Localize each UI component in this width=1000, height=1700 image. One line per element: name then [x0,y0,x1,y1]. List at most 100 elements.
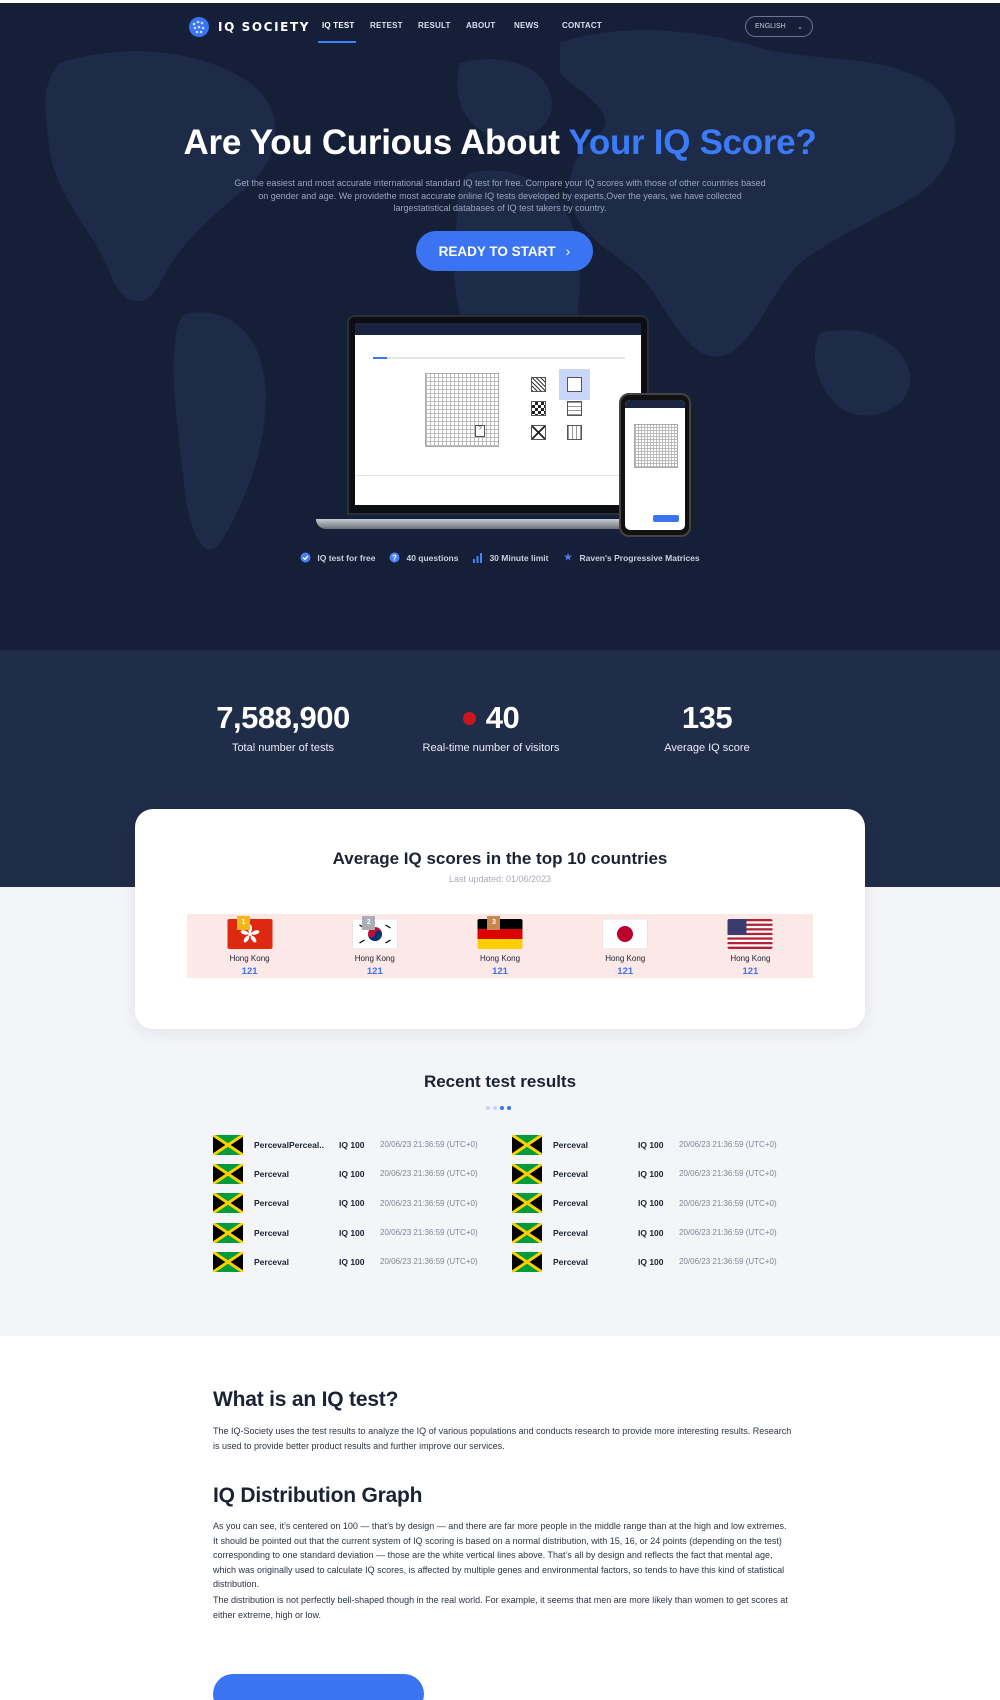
result-time: 20/06/23 21:36:59 (UTC+0) [679,1169,777,1179]
result-iq: IQ 100 [638,1139,664,1150]
distribution-text-2: The distribution is not perfectly bell-s… [213,1595,788,1620]
result-iq: IQ 100 [339,1198,365,1209]
jamaica-flag-icon [512,1193,542,1214]
carousel-dot[interactable] [493,1106,497,1110]
result-iq: IQ 100 [339,1139,365,1150]
nav-link-about[interactable]: ABOUT [466,21,514,43]
country-item[interactable]: 2 Hong Kong 121 [312,914,437,978]
result-name: Perceval [553,1198,588,1209]
japan-flag-icon [602,919,648,949]
jamaica-flag-icon [512,1163,542,1184]
result-name: Perceval [254,1168,289,1179]
jamaica-flag-icon [512,1251,542,1272]
feature-item: ★ Raven's Progressive Matrices [562,552,700,563]
result-iq: IQ 100 [638,1168,664,1179]
stat-average-iq: 135 Average IQ score [597,700,817,754]
nav-links: IQ TEST RETEST RESULT ABOUT NEWS CONTACT [318,21,610,43]
result-name: Perceval [553,1139,588,1150]
hero-title-accent: Your IQ Score? [568,123,817,162]
stat-label: Total number of tests [231,742,335,754]
rank-badge: 1 [237,916,250,930]
nav-link-retest[interactable]: RETEST [370,21,418,43]
feature-item: 30 Minute limit [472,552,548,563]
info-section: What is an IQ test? The IQ-Society uses … [0,1336,1000,1700]
recent-results-list: PercevalPerceal.. IQ 100 20/06/23 21:36:59… [213,1130,787,1276]
check-circle-icon [300,552,311,563]
mockup-option [559,369,590,400]
stat-value: 135 [597,700,817,736]
mockup-next-button [653,515,679,522]
result-name: Perceval [553,1227,588,1238]
top-countries-card: Average IQ scores in the top 10 countrie… [135,809,865,1029]
carousel-dot-active[interactable] [500,1106,504,1110]
stat-number: 135 [681,700,733,735]
jamaica-flag-icon [213,1134,243,1155]
svg-text:?: ? [393,553,398,562]
mockup-footer [355,475,641,505]
mockup-option [531,377,546,392]
mockup-option [531,401,546,416]
country-list: 1 Hong Kong 121 2 Hong Kong 121 3 Hong K… [187,914,813,978]
mockup-nav [355,323,641,335]
ready-to-start-button[interactable]: READY TO START › [416,231,593,271]
hero-section: IQ SOCIETY IQ TEST RETEST RESULT ABOUT N… [0,0,1000,650]
stat-number: 7,588,900 [216,700,350,735]
country-item[interactable]: 1 Hong Kong 121 [187,914,312,978]
country-item[interactable]: 3 Hong Kong 121 [437,914,562,978]
nav-link-news[interactable]: NEWS [514,21,562,43]
phone-screen [625,400,685,530]
result-name: Perceval [553,1256,588,1267]
result-time: 20/06/23 21:36:59 (UTC+0) [380,1169,478,1179]
carousel-dot-active[interactable] [507,1106,511,1110]
language-value: ENGLISH [755,23,786,30]
result-row: Perceval IQ 100 20/06/23 21:36:59 (UTC+0) [512,1247,787,1276]
star-icon: ★ [563,552,573,562]
result-iq: IQ 100 [339,1256,365,1267]
nav-link-iq-test[interactable]: IQ TEST [318,21,370,43]
country-item[interactable]: Hong Kong 121 [688,914,813,978]
nav-link-contact[interactable]: CONTACT [562,21,610,43]
country-name: Hong Kong [605,954,646,963]
feature-label: 30 Minute limit [489,552,549,563]
result-time: 20/06/23 21:36:59 (UTC+0) [380,1140,478,1150]
usa-flag-icon [727,919,773,949]
country-score: 121 [366,966,383,977]
mockup-option [531,425,546,440]
result-name: Perceval [254,1227,289,1238]
country-name: Hong Kong [354,954,395,963]
result-row: Perceval IQ 100 20/06/23 21:36:59 (UTC+0) [512,1189,787,1218]
result-name: PercevalPerceal.. [254,1139,324,1150]
mockup-option [567,401,582,416]
result-time: 20/06/23 21:36:59 (UTC+0) [679,1140,777,1150]
stat-total-tests: 7,588,900 Total number of tests [173,700,393,754]
result-row: Perceval IQ 100 20/06/23 21:36:59 (UTC+0) [512,1159,787,1188]
brain-logo-icon [189,17,209,37]
result-row: Perceval IQ 100 20/06/23 21:36:59 (UTC+0) [213,1189,488,1218]
result-time: 20/06/23 21:36:59 (UTC+0) [380,1198,478,1208]
result-time: 20/06/23 21:36:59 (UTC+0) [679,1228,777,1238]
stat-live-visitors: 40 Real-time number of visitors [381,700,601,754]
what-is-iq-title: What is an IQ test? [213,1388,399,1411]
distribution-title: IQ Distribution Graph [213,1484,423,1507]
result-iq: IQ 100 [339,1227,365,1238]
country-item[interactable]: Hong Kong 121 [563,914,688,978]
start-test-button[interactable] [213,1674,424,1700]
recent-results-title: Recent test results [423,1072,577,1091]
country-name: Hong Kong [479,954,521,963]
language-select[interactable]: ENGLISH ⌄ [745,16,813,37]
nav-link-result[interactable]: RESULT [418,21,466,43]
phone-mockup [619,393,691,537]
jamaica-flag-icon [512,1134,542,1155]
feature-label: Raven's Progressive Matrices [579,552,700,563]
result-row: Perceval IQ 100 20/06/23 21:36:59 (UTC+0) [512,1218,787,1247]
live-dot-icon [462,711,476,725]
logo[interactable]: IQ SOCIETY [188,16,310,38]
result-time: 20/06/23 21:36:59 (UTC+0) [679,1198,777,1208]
mockup-progress-bar [373,357,625,359]
cta-label: READY TO START [438,243,556,259]
feature-label: IQ test for free [317,552,376,563]
stat-value: 7,588,900 [173,700,393,736]
stat-label: Real-time number of visitors [422,742,560,754]
carousel-dot[interactable] [486,1106,490,1110]
question-icon: ? [389,552,400,563]
